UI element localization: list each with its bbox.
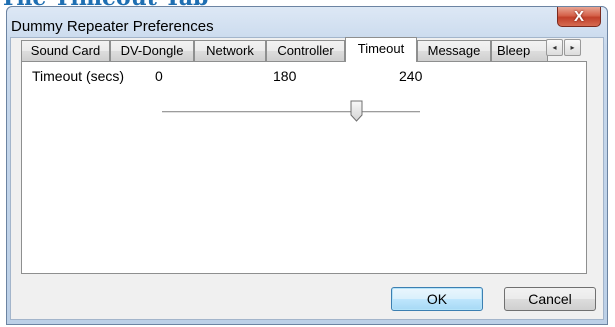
ok-button[interactable]: OK bbox=[391, 287, 483, 311]
scroll-left-icon[interactable]: ◂ bbox=[546, 39, 563, 56]
tab-strip: Sound Card DV-Dongle Network Controller … bbox=[21, 37, 584, 62]
tab-message[interactable]: Message bbox=[417, 40, 491, 61]
tab-scroll-controls: ◂ ▸ bbox=[546, 39, 582, 56]
slider-max-label: 240 bbox=[399, 68, 423, 84]
tab-sound-card[interactable]: Sound Card bbox=[21, 40, 110, 61]
tab-network[interactable]: Network bbox=[194, 40, 266, 61]
tab-timeout[interactable]: Timeout bbox=[345, 37, 417, 62]
title-bar[interactable]: Dummy Repeater Preferences X bbox=[7, 7, 607, 37]
tab-dv-dongle[interactable]: DV-Dongle bbox=[110, 40, 194, 61]
cancel-button[interactable]: Cancel bbox=[504, 287, 596, 311]
preferences-window: Dummy Repeater Preferences X Sound Card … bbox=[6, 6, 608, 325]
scroll-right-icon[interactable]: ▸ bbox=[564, 39, 581, 56]
slider-track[interactable] bbox=[162, 111, 420, 114]
slider-value-label: 180 bbox=[273, 68, 297, 84]
tab-controller[interactable]: Controller bbox=[266, 40, 345, 61]
slider-min-label: 0 bbox=[155, 68, 163, 84]
close-button[interactable]: X bbox=[557, 7, 601, 27]
timeout-slider[interactable] bbox=[162, 100, 420, 126]
slider-thumb[interactable] bbox=[350, 100, 363, 122]
window-title: Dummy Repeater Preferences bbox=[11, 18, 214, 35]
timeout-tab-panel: Timeout (secs) 0 180 240 bbox=[21, 61, 587, 274]
timeout-label: Timeout (secs) bbox=[32, 68, 125, 84]
tab-bleep[interactable]: Bleep bbox=[491, 40, 548, 61]
close-icon: X bbox=[573, 8, 584, 25]
